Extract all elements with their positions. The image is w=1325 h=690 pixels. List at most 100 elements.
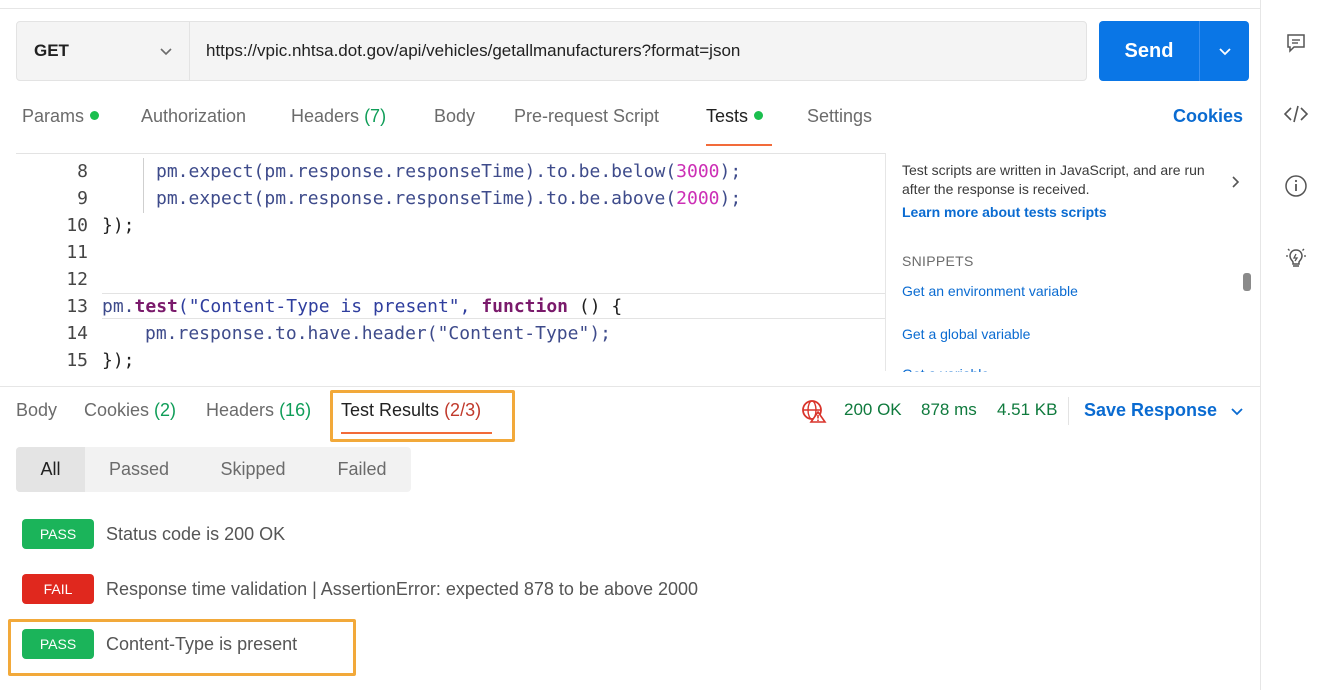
chevron-down-icon [1231,408,1243,416]
active-tab-underline [706,144,772,146]
code-token: pm.expect(pm.response.responseTime).to.b… [156,188,677,209]
line-number: 15 [66,350,88,371]
tab-count: (7) [364,106,387,126]
params-indicator-dot [90,110,100,120]
line-number: 13 [66,296,88,317]
result-filters: All Passed Skipped Failed [16,447,411,492]
filter-passed[interactable]: Passed [85,447,193,492]
code-token: pm. [102,296,135,317]
code-line: pm.response.to.have.header("Content-Type… [145,323,611,344]
method-label: GET [34,41,69,60]
learn-more-link[interactable]: Learn more about tests scripts [902,204,1107,220]
tab-settings[interactable]: Settings [807,106,872,127]
method-select[interactable]: GET [17,22,190,80]
filter-failed[interactable]: Failed [313,447,411,492]
right-sidebar [1260,0,1325,690]
tab-response-cookies[interactable]: Cookies (2) [84,400,176,421]
line-number: 12 [66,269,88,290]
code-token: ); [719,188,742,209]
snippet-item[interactable]: Get an environment variable [902,283,1078,299]
code-line: pm.expect(pm.response.responseTime).to.b… [156,188,741,209]
chevron-down-icon [1218,48,1231,56]
tab-response-headers[interactable]: Headers (16) [206,400,311,421]
tab-headers[interactable]: Headers (7) [291,106,386,127]
test-result-row: PASS Status code is 200 OK [22,519,285,549]
url-bar: GET https://vpic.nhtsa.dot.gov/api/vehic… [16,21,1087,81]
line-number: 8 [77,161,88,182]
code-line: pm.test("Content-Type is present", funct… [102,296,622,317]
tab-label: Settings [807,106,873,126]
tab-params[interactable]: Params [22,106,100,127]
postman-request-view: GET https://vpic.nhtsa.dot.gov/api/vehic… [0,0,1325,690]
tab-label: Body [434,106,476,126]
top-divider [0,8,1260,9]
tab-label: Cookies [84,400,150,420]
response-divider[interactable] [0,386,1260,387]
snippet-item[interactable]: Get a variable [902,366,989,372]
separator [1068,397,1069,425]
code-line: pm.expect(pm.response.responseTime).to.b… [156,161,741,182]
highlight-box [8,619,356,676]
tests-indicator-dot [754,110,764,120]
tab-label: Params [22,106,85,126]
code-icon [1283,105,1309,123]
lightbulb-icon [1286,248,1306,267]
tab-label: Authorization [141,106,247,126]
tab-authorization[interactable]: Authorization [141,106,246,127]
line-number: 9 [77,188,88,209]
cookies-link[interactable]: Cookies [1173,106,1243,127]
code-string: ("Content-Type is present", [177,296,482,317]
snippet-item[interactable]: Get a global variable [902,326,1030,342]
response-time[interactable]: 878 ms [921,400,977,420]
code-token: ); [719,161,742,182]
send-options-button[interactable] [1200,43,1249,59]
code-token: pm.expect(pm.response.responseTime).to.b… [156,161,677,182]
tab-label: Pre-request Script [514,106,660,126]
send-button[interactable]: Send [1099,21,1249,81]
line-number: 10 [66,215,88,236]
save-response-label: Save Response [1084,400,1218,420]
test-result-text: Response time validation | AssertionErro… [106,578,699,599]
code-line: }); [102,350,135,371]
info-icon [1285,175,1307,197]
tab-pre-request-script[interactable]: Pre-request Script [514,106,659,127]
code-line: }); [102,215,135,236]
fail-badge: FAIL [22,574,94,604]
tab-label: Headers [206,400,275,420]
snippets-panel: Test scripts are written in JavaScript, … [885,153,1260,372]
test-script-editor[interactable]: 8 9 10 11 12 13 14 15 pm.expect(pm.respo… [16,153,885,371]
snippets-heading: SNIPPETS [902,253,974,269]
code-keyword: function [481,296,569,317]
line-number: 11 [66,242,88,263]
tab-label: Body [16,400,58,420]
url-input[interactable]: https://vpic.nhtsa.dot.gov/api/vehicles/… [190,41,740,61]
indent-guide [143,158,144,213]
lightbulb-button[interactable] [1283,245,1309,271]
tab-count: (16) [279,400,312,420]
line-number: 14 [66,323,88,344]
test-result-row: FAIL Response time validation | Assertio… [22,574,698,604]
chevron-right-icon[interactable] [1228,175,1242,189]
tab-response-body[interactable]: Body [16,400,57,421]
save-response-button[interactable]: Save Response [1084,400,1244,421]
code-number: 2000 [676,188,720,209]
tab-tests[interactable]: Tests [706,106,764,127]
tab-label: Headers [291,106,360,126]
code-token: () { [568,296,623,317]
panel-scrollbar[interactable] [1243,273,1251,291]
globe-warning-icon[interactable] [801,399,827,423]
code-snippet-button[interactable] [1283,101,1309,127]
filter-skipped[interactable]: Skipped [193,447,313,492]
tab-count: (2) [154,400,177,420]
comment-icon [1287,34,1305,53]
info-button[interactable] [1283,173,1309,199]
send-label: Send [1124,39,1174,62]
tab-label: Tests [706,106,749,126]
comment-button[interactable] [1283,30,1309,56]
response-size[interactable]: 4.51 KB [997,400,1058,420]
test-result-text: Status code is 200 OK [106,523,286,544]
status-code[interactable]: 200 OK [844,400,902,420]
filter-all[interactable]: All [16,447,85,492]
tab-body[interactable]: Body [434,106,475,127]
code-number: 3000 [676,161,720,182]
